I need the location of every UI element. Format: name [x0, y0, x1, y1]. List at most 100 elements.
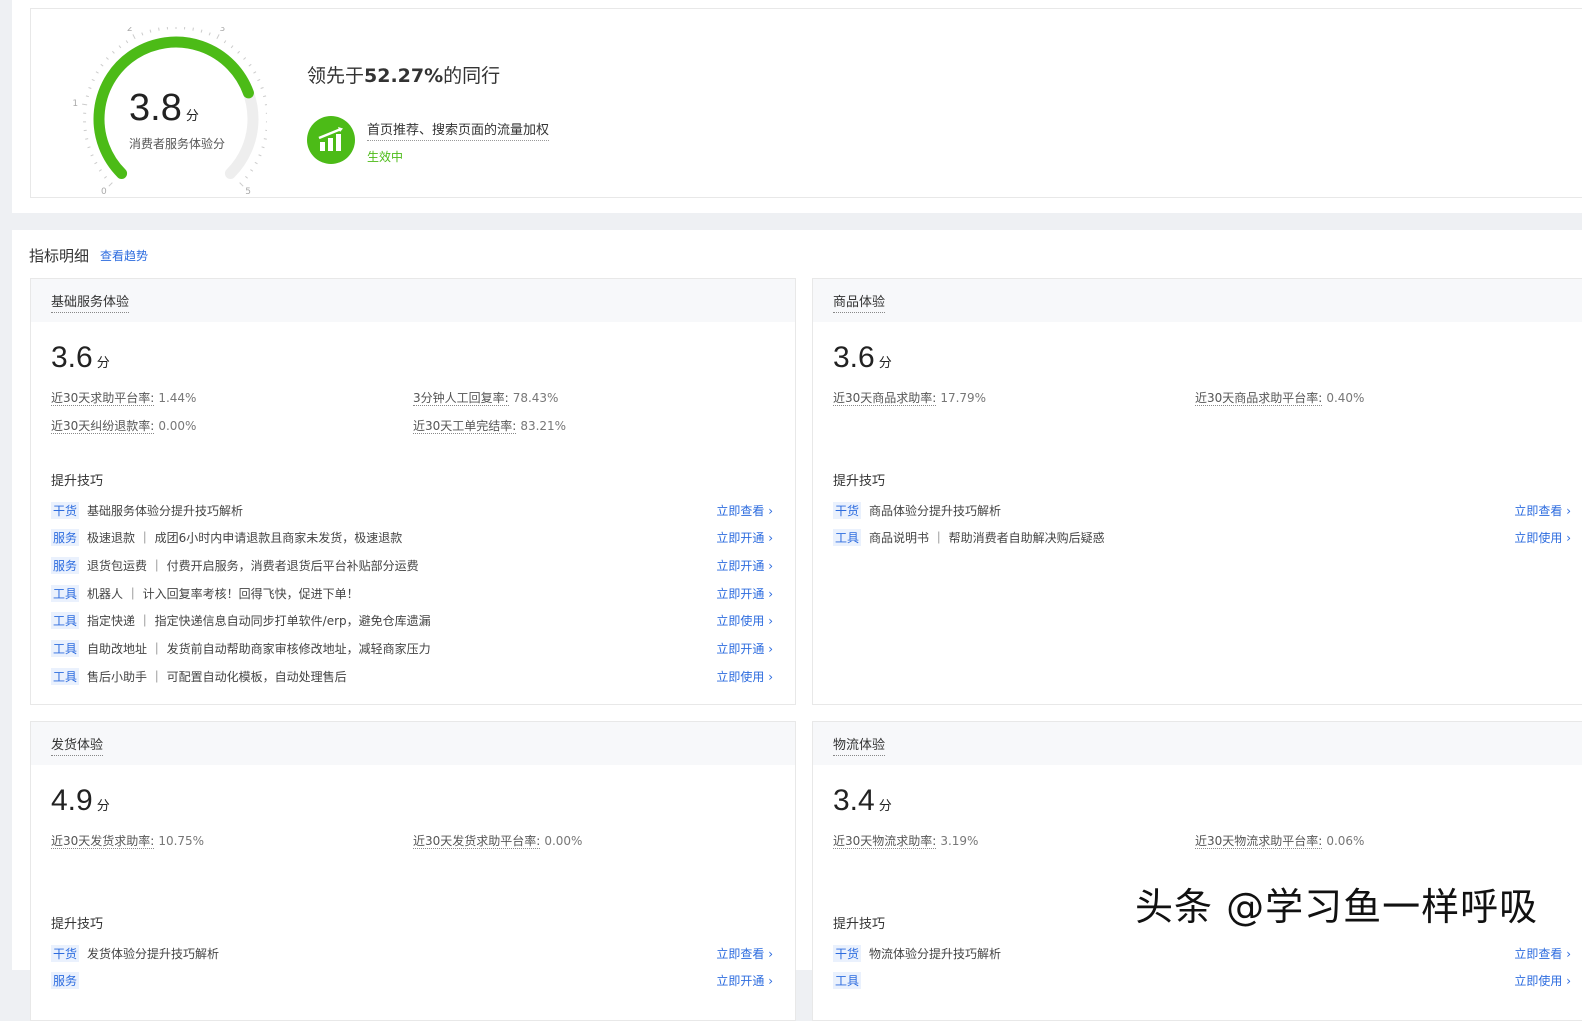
card-title[interactable]: 物流体验	[833, 738, 885, 756]
chevron-right-icon: ›	[768, 504, 773, 518]
tip-action-link[interactable]: 立即查看 ›	[1514, 945, 1571, 962]
metric-label[interactable]: 近30天物流求助平台率:	[1195, 834, 1322, 849]
metric-label[interactable]: 近30天商品求助平台率:	[1195, 391, 1322, 406]
card-2: 发货体验 4.9分近30天发货求助率:10.75%近30天发货求助平台率:0.0…	[30, 721, 796, 1021]
tip-action-link[interactable]: 立即查看 ›	[1514, 502, 1571, 519]
gauge-tick	[159, 28, 160, 31]
tip-action-link[interactable]: 立即使用 ›	[716, 612, 773, 629]
metric: 3分钟人工回复率:78.43%	[413, 389, 558, 406]
tip-tag: 工具	[51, 585, 79, 602]
tip-action-label: 立即开通	[716, 974, 764, 988]
gauge-tick	[150, 30, 151, 33]
card-score: 3.6分	[51, 341, 110, 375]
gauge-tick	[250, 170, 252, 172]
card-title[interactable]: 基础服务体验	[51, 295, 129, 313]
metric-value: 17.79%	[940, 391, 986, 405]
gauge-tick	[244, 57, 246, 59]
gauge-tick	[85, 139, 88, 140]
tip-row: 干货基础服务体验分提升技巧解析立即查看 ›	[51, 500, 773, 520]
gauge-tick	[265, 104, 267, 105]
metric: 近30天物流求助平台率:0.06%	[1195, 832, 1364, 849]
metric-label[interactable]: 近30天纠纷退款率:	[51, 419, 154, 434]
chevron-right-icon: ›	[768, 670, 773, 684]
tip-row: 服务退货包运费 ｜ 付费开启服务，消费者退货后平台补贴部分运费立即开通 ›	[51, 555, 773, 575]
tip-tag: 干货	[51, 502, 79, 519]
metric-value: 0.00%	[158, 419, 196, 433]
tip-row: 工具 立即使用 ›	[833, 971, 1571, 991]
tip-tag: 服务	[51, 529, 79, 546]
gauge-tick	[104, 176, 106, 178]
tip-action-link[interactable]: 立即开通 ›	[716, 972, 773, 989]
tip-action-link[interactable]: 立即开通 ›	[716, 585, 773, 602]
view-trend-link[interactable]: 查看趋势	[100, 247, 148, 264]
lead-percent: 52.27%	[364, 65, 443, 87]
tip-row: 服务立即开通 ›	[51, 971, 773, 991]
metric: 近30天工单完结率: 83.21%	[413, 417, 566, 434]
tips-title: 提升技巧	[833, 470, 885, 489]
gauge-tick-label: 2	[127, 27, 133, 34]
chevron-right-icon: ›	[768, 642, 773, 656]
gauge-tick-label: 5	[245, 187, 251, 197]
tip-text: 自助改地址 ｜ 发货前自动帮助商家审核修改地址，减轻商家压力	[87, 640, 716, 657]
metric-label[interactable]: 近30天发货求助平台率:	[413, 834, 540, 849]
metric: 近30天商品求助率: 17.79%	[833, 389, 986, 406]
metric: 近30天发货求助平台率:0.00%	[413, 832, 582, 849]
detail-title: 指标明细	[29, 245, 89, 266]
metric-value: 1.44%	[158, 391, 196, 405]
tip-action-link[interactable]: 立即使用 ›	[1514, 529, 1571, 546]
tip-action-label: 立即查看	[716, 947, 764, 961]
metric: 近30天纠纷退款率: 0.00%	[51, 417, 196, 434]
tip-action-link[interactable]: 立即使用 ›	[716, 668, 773, 685]
tip-row: 工具售后小助手 ｜ 可配置自动化模板，自动处理售后立即使用 ›	[51, 666, 773, 686]
card-header: 基础服务体验	[31, 279, 795, 322]
card-3: 物流体验 3.4分近30天物流求助率:3.19%近30天物流求助平台率:0.06…	[812, 721, 1582, 1021]
tip-tag: 工具	[833, 972, 861, 989]
gauge-tick	[231, 46, 233, 48]
card-score: 4.9分	[51, 784, 110, 818]
gauge-tick	[264, 139, 267, 140]
tip-action-link[interactable]: 立即开通 ›	[716, 557, 773, 574]
chevron-right-icon: ›	[768, 614, 773, 628]
gauge-tick-label: 1	[72, 99, 78, 109]
metric-label[interactable]: 近30天工单完结率:	[413, 419, 516, 434]
metric-label[interactable]: 3分钟人工回复率:	[413, 391, 509, 406]
tip-row: 工具指定快递 ｜ 指定快递信息自动同步打单软件/erp，避免仓库遗漏立即使用 ›	[51, 611, 773, 631]
card-header: 发货体验	[31, 722, 795, 765]
gauge-tick	[126, 40, 128, 43]
tip-tag: 工具	[51, 668, 79, 685]
tip-action-link[interactable]: 立即查看 ›	[716, 945, 773, 962]
card-header: 物流体验	[813, 722, 1582, 765]
tip-text: 售后小助手 ｜ 可配置自动化模板，自动处理售后	[87, 668, 716, 685]
card-score: 3.4分	[833, 784, 892, 818]
gauge-tick	[88, 87, 91, 88]
tip-tag: 工具	[51, 640, 79, 657]
metric-label[interactable]: 近30天商品求助率:	[833, 391, 936, 406]
tip-action-link[interactable]: 立即开通 ›	[716, 640, 773, 657]
metric-value: 83.21%	[520, 419, 566, 433]
score-unit: 分	[186, 108, 199, 123]
traffic-chart-icon	[307, 116, 355, 164]
gauge-tick	[101, 64, 103, 66]
metric-label[interactable]: 近30天求助平台率:	[51, 391, 154, 406]
card-title[interactable]: 发货体验	[51, 738, 103, 756]
tip-action-label: 立即开通	[716, 587, 764, 601]
metric-label[interactable]: 近30天发货求助率:	[51, 834, 154, 849]
gauge-tick	[257, 79, 260, 80]
metric-label[interactable]: 近30天物流求助率:	[833, 834, 936, 849]
gauge-tick	[119, 46, 121, 48]
chevron-right-icon: ›	[1566, 974, 1571, 988]
tip-action-link[interactable]: 立即查看 ›	[716, 502, 773, 519]
tip-action-link[interactable]: 立即使用 ›	[1514, 972, 1571, 989]
overview-panel: 012345 3.8分 消费者服务体验分 领先于52.27%的同行 首页推荐、搜…	[12, 0, 1582, 213]
tip-action-link[interactable]: 立即开通 ›	[716, 529, 773, 546]
tip-action-label: 立即使用	[1514, 531, 1562, 545]
tip-action-label: 立即查看	[716, 504, 764, 518]
metric-value: 0.40%	[1326, 391, 1364, 405]
gauge-tick-label: 3	[219, 27, 225, 34]
benefit-link[interactable]: 首页推荐、搜索页面的流量加权	[367, 119, 549, 141]
tip-tag: 工具	[833, 529, 861, 546]
tip-row: 干货物流体验分提升技巧解析立即查看 ›	[833, 943, 1571, 963]
gauge-tick	[201, 30, 202, 33]
tip-text: 基础服务体验分提升技巧解析	[87, 502, 716, 519]
card-title[interactable]: 商品体验	[833, 295, 885, 313]
